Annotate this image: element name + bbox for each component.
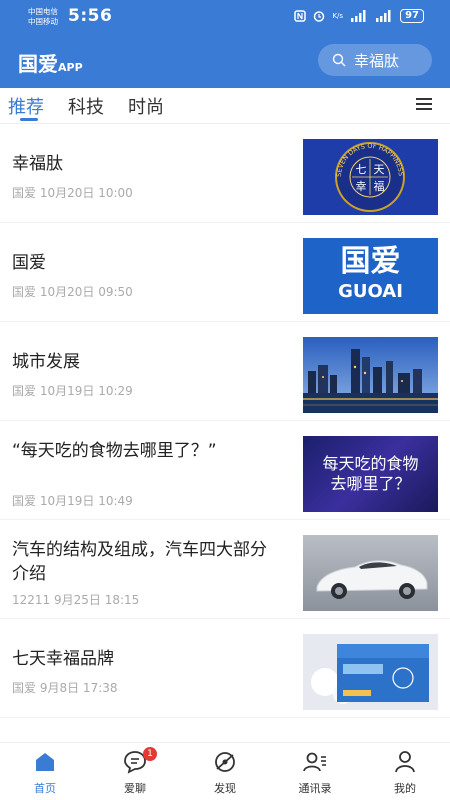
news-meta: 12211 9月25日 18:15: [12, 591, 139, 608]
news-meta: 国爱 10月19日 10:29: [12, 382, 133, 399]
news-thumbnail-car: [303, 535, 438, 611]
nav-label: 发现: [214, 782, 236, 795]
nav-label: 爱聊: [124, 782, 146, 795]
bottom-navigation: 首页 1 爱聊 发现 通讯录 我的: [0, 742, 450, 800]
news-meta: 国爱 10月20日 10:00: [12, 184, 133, 201]
unread-badge: 1: [143, 747, 157, 761]
thumb-guoai-sub: GUOAI: [338, 281, 403, 302]
news-date: 10月20日 10:00: [39, 186, 133, 200]
news-source: 国爱: [12, 494, 37, 508]
nav-contacts[interactable]: 通讯录: [280, 749, 350, 796]
search-icon: [332, 53, 346, 67]
seal-char-3: 幸: [356, 180, 367, 193]
news-meta: 国爱 10月20日 09:50: [12, 283, 133, 300]
contacts-icon: [303, 752, 326, 772]
carrier-1: 中国电信: [28, 7, 58, 16]
news-source: 国爱: [12, 681, 37, 695]
news-date: 10月19日 10:29: [39, 384, 133, 398]
alarm-icon: [314, 11, 325, 22]
news-meta: 国爱 10月19日 10:49: [12, 492, 133, 509]
clock: 5:56: [68, 6, 113, 26]
category-tabs: 推荐 科技 时尚: [0, 88, 450, 124]
logo-suffix: APP: [58, 61, 83, 74]
news-source: 12211: [12, 593, 51, 607]
news-card[interactable]: 城市发展 国爱 10月19日 10:29: [0, 322, 450, 421]
active-tab-indicator: [20, 118, 38, 121]
tab-tech[interactable]: 科技: [68, 93, 104, 119]
home-icon: [36, 753, 54, 771]
news-source: 国爱: [12, 186, 37, 200]
nav-profile[interactable]: 我的: [370, 749, 440, 796]
seal-char-1: 七: [356, 163, 367, 176]
carrier-2: 中国移动: [28, 17, 58, 26]
news-title: 汽车的结构及组成，汽车四大部分介绍: [12, 540, 267, 584]
news-card[interactable]: 幸福肽 国爱 10月20日 10:00 SEVEN DAYS OF HAPPIN…: [0, 124, 450, 223]
news-title: “每天吃的食物去哪里了？”: [12, 441, 217, 461]
news-date: 10月20日 09:50: [39, 285, 133, 299]
news-source: 国爱: [12, 384, 37, 398]
tab-recommend[interactable]: 推荐: [8, 93, 44, 119]
news-title: 国爱: [12, 253, 46, 273]
news-thumbnail-city: [303, 337, 438, 413]
news-title: 城市发展: [12, 352, 80, 372]
news-thumbnail-food: 每天吃的食物 去哪里了？: [303, 436, 438, 512]
news-card[interactable]: 七天幸福品牌 国爱 9月8日 17:38: [0, 619, 450, 718]
news-thumbnail-product: [303, 634, 438, 710]
search-box[interactable]: 幸福肽: [318, 44, 432, 76]
thumb-guoai-text: 国爱: [340, 244, 401, 279]
search-text: 幸福肽: [354, 51, 400, 70]
signal-icon-2: [376, 10, 391, 22]
thumb-food-line-2: 去哪里了？: [330, 474, 411, 493]
status-bar: 中国电信 中国移动 5:56 K/s 97: [0, 0, 450, 34]
battery-indicator: 97: [400, 9, 424, 23]
nfc-icon: [294, 10, 307, 22]
signal-icon-1: [351, 10, 366, 22]
news-thumbnail-seal: SEVEN DAYS OF HAPPINESS 七 天 幸 福: [303, 139, 438, 215]
news-thumbnail-guoai: 国爱 GUOAI: [303, 238, 438, 314]
app-logo: 国爱APP: [18, 48, 83, 77]
news-title: 七天幸福品牌: [12, 649, 114, 669]
news-card[interactable]: 汽车的结构及组成，汽车四大部分介绍 12211 9月25日 18:15: [0, 520, 450, 619]
app-header: 国爱APP 幸福肽: [0, 34, 450, 88]
news-title: 幸福肽: [12, 154, 63, 174]
nav-label: 我的: [394, 782, 416, 795]
logo-main: 国爱: [18, 52, 58, 76]
nav-label: 通讯录: [298, 782, 332, 795]
status-icons: K/s 97: [294, 9, 424, 23]
net-speed-label: K/s: [332, 12, 344, 20]
seal-char-4: 福: [374, 179, 385, 193]
nav-label: 首页: [34, 782, 56, 795]
nav-chat[interactable]: 1 爱聊: [100, 747, 170, 796]
profile-icon: [395, 751, 415, 773]
tab-fashion[interactable]: 时尚: [128, 93, 164, 119]
seal-char-2: 天: [374, 163, 385, 176]
menu-icon[interactable]: [416, 98, 432, 112]
news-source: 国爱: [12, 285, 37, 299]
news-date: 10月19日 10:49: [39, 494, 133, 508]
news-card[interactable]: 国爱 国爱 10月20日 09:50 国爱 GUOAI: [0, 223, 450, 322]
news-date: 9月8日 17:38: [39, 681, 118, 695]
discover-icon: [215, 752, 235, 772]
news-meta: 国爱 9月8日 17:38: [12, 679, 118, 696]
nav-discover[interactable]: 发现: [190, 749, 260, 796]
nav-home[interactable]: 首页: [10, 749, 80, 796]
news-card[interactable]: “每天吃的食物去哪里了？” 国爱 10月19日 10:49 每天吃的食物 去哪里…: [0, 421, 450, 520]
news-date: 9月25日 18:15: [54, 593, 140, 607]
thumb-food-line-1: 每天吃的食物: [322, 454, 419, 473]
carrier-info: 中国电信 中国移动: [28, 7, 58, 27]
